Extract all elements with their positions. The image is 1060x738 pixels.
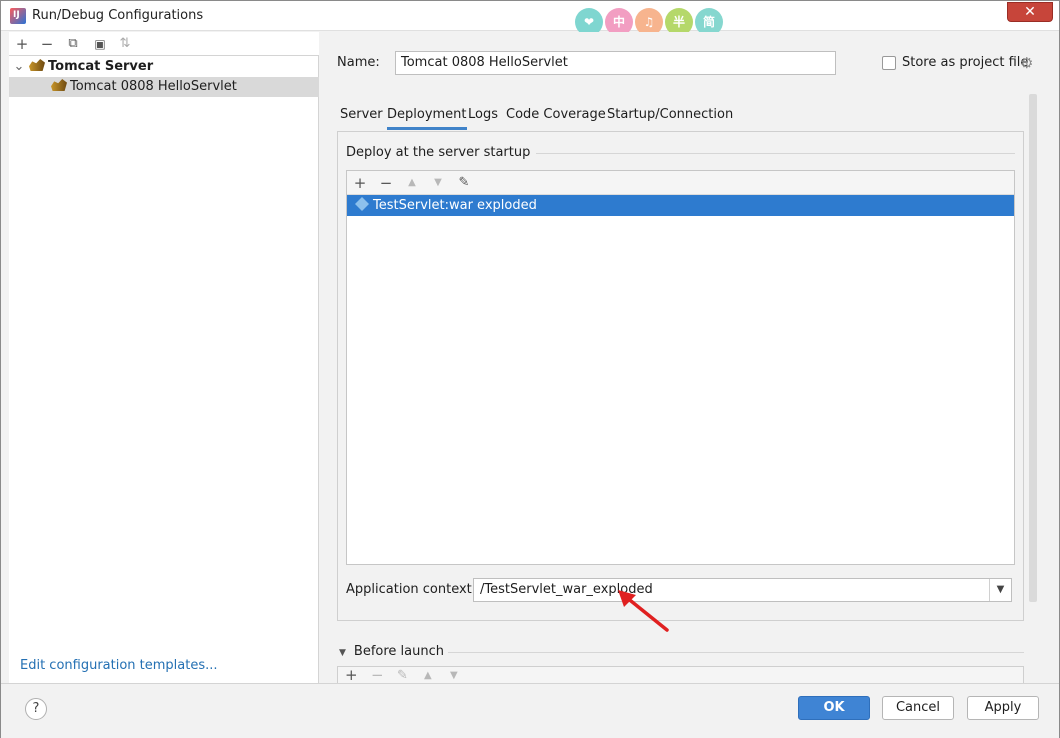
close-button[interactable]: ✕ [1007,2,1053,22]
add-icon[interactable]: + [13,35,31,53]
tab-deployment[interactable]: Deployment [387,104,467,130]
remove-icon[interactable]: − [38,35,56,53]
sidebar-toolbar: + − ⧉ ▣ ⇅ [9,32,319,56]
remove-task-icon[interactable]: − [371,667,384,683]
tree-item-tomcat-config[interactable]: Tomcat 0808 HelloServlet [9,77,319,97]
artifact-list[interactable]: + − ▲ ▼ ✎ TestServlet:war exploded [346,170,1015,565]
add-task-icon[interactable]: + [345,667,358,683]
tab-server[interactable]: Server [340,104,383,130]
collapse-triangle-icon[interactable]: ▼ [339,648,346,658]
deployment-panel: Deploy at the server startup + − ▲ ▼ ✎ T… [337,131,1024,621]
run-debug-dialog: Run/Debug Configurations ❤ 中 ♫ 半 简 ✕ + −… [0,0,1060,738]
edit-templates-link[interactable]: Edit configuration templates... [20,658,218,673]
move-down-icon[interactable]: ▼ [450,667,458,683]
folder-add-icon[interactable]: ▣ [91,35,109,53]
help-button[interactable]: ? [25,698,47,720]
configuration-editor: Name: Tomcat 0808 HelloServlet Store as … [320,32,1059,683]
name-label: Name: [337,55,380,70]
annotation-arrow-icon [618,590,669,632]
store-as-project-label[interactable]: Store as project file [902,55,1028,70]
vertical-scrollbar[interactable] [1029,94,1037,602]
window-title: Run/Debug Configurations [32,8,204,23]
before-launch-toolbar: + − ✎ ▲ ▼ [337,666,1024,683]
title-bar: Run/Debug Configurations ❤ 中 ♫ 半 简 ✕ [1,1,1059,36]
section-divider [448,652,1024,653]
tomcat-icon [51,79,67,91]
edit-icon[interactable]: ✎ [455,173,473,193]
section-divider [508,153,1015,154]
before-launch-title: Before launch [353,644,445,659]
dialog-button-bar: ? OK Cancel Apply [1,683,1059,738]
artifact-icon [355,197,369,211]
move-up-icon[interactable]: ▲ [424,667,432,683]
list-item[interactable]: TestServlet:war exploded [347,195,1014,216]
configurations-sidebar: + − ⧉ ▣ ⇅ ⌄ Tomcat Server Tomcat 0808 Hel… [9,32,319,683]
tab-code-coverage[interactable]: Code Coverage [506,104,606,130]
ok-button[interactable]: OK [798,696,870,720]
artifact-list-toolbar: + − ▲ ▼ ✎ [347,171,1014,195]
add-artifact-icon[interactable]: + [351,173,369,193]
app-context-combobox[interactable]: /TestServlet_war_exploded ▼ [473,578,1012,602]
gear-icon[interactable]: ⚙ [1020,54,1033,72]
app-context-label: Application context: [346,582,477,597]
sort-icon[interactable]: ⇅ [116,35,134,53]
tab-startup-connection[interactable]: Startup/Connection [607,104,733,130]
tree-group-tomcat[interactable]: ⌄ Tomcat Server [9,57,319,77]
before-launch-header[interactable]: ▼ Before launch [339,644,444,659]
tab-logs[interactable]: Logs [468,104,498,130]
copy-icon[interactable]: ⧉ [64,35,82,53]
tomcat-icon [29,59,45,71]
name-field[interactable]: Tomcat 0808 HelloServlet [395,51,836,75]
intellij-app-icon [10,8,26,24]
chevron-down-icon[interactable]: ⌄ [9,57,29,77]
apply-button[interactable]: Apply [967,696,1039,720]
tree-group-label: Tomcat Server [48,59,154,74]
move-down-icon[interactable]: ▼ [429,173,447,193]
edit-task-icon[interactable]: ✎ [397,667,408,683]
cancel-button[interactable]: Cancel [882,696,954,720]
deploy-section-title: Deploy at the server startup [346,145,537,160]
remove-artifact-icon[interactable]: − [377,173,395,193]
store-as-project-checkbox[interactable] [882,56,896,70]
tree-item-label: Tomcat 0808 HelloServlet [70,79,237,94]
move-up-icon[interactable]: ▲ [403,173,421,193]
artifact-label: TestServlet:war exploded [373,198,537,213]
chevron-down-icon[interactable]: ▼ [989,579,1011,601]
